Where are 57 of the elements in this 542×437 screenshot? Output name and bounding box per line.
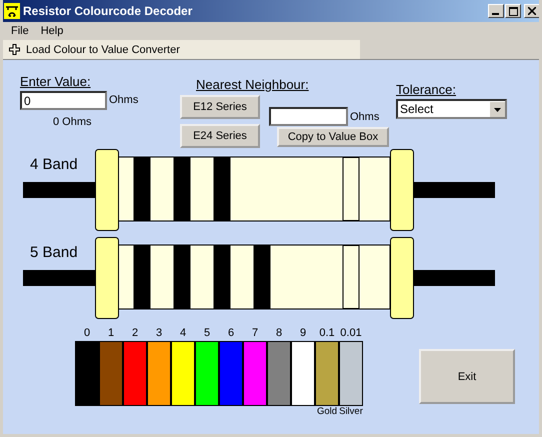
- digit-label: 3: [156, 327, 162, 341]
- colour-band[interactable]: [342, 245, 360, 309]
- close-button[interactable]: [524, 4, 539, 18]
- nearest-neighbour-label: Nearest Neighbour:: [196, 77, 310, 92]
- band-count-label: 5 Band: [30, 244, 78, 261]
- colour-swatch[interactable]: [291, 341, 315, 406]
- minimize-button[interactable]: [488, 4, 504, 18]
- window-title: Resistor Colourcode Decoder: [23, 4, 192, 18]
- tolerance-dropdown[interactable]: Select: [396, 99, 507, 119]
- digit-label: 2: [132, 327, 138, 341]
- copy-button[interactable]: Copy to Value Box: [277, 127, 389, 147]
- colour-swatch[interactable]: [171, 341, 195, 406]
- digit-label: 0.1: [319, 327, 335, 341]
- digit-label: 6: [228, 327, 234, 341]
- converter-label: Load Colour to Value Converter: [26, 44, 180, 56]
- digit-label: 7: [252, 327, 258, 341]
- maximize-icon: [508, 6, 518, 16]
- colour-swatch[interactable]: [123, 341, 147, 406]
- unit-label: Ohms: [350, 110, 380, 122]
- colour-swatch[interactable]: [99, 341, 123, 406]
- digit-label: 1: [108, 327, 114, 341]
- colour-swatch[interactable]: [243, 341, 267, 406]
- colour-name: Silver: [339, 406, 363, 417]
- digit-label: 4: [180, 327, 186, 341]
- lead-wire: [23, 182, 95, 198]
- digit-label: 8: [276, 327, 282, 341]
- menu-item[interactable]: Help: [34, 25, 70, 37]
- colour-swatch[interactable]: [339, 341, 363, 406]
- digit-label: 0: [84, 327, 90, 341]
- colour-swatch[interactable]: [195, 341, 219, 406]
- neighbour-field[interactable]: [269, 107, 348, 126]
- digit-label: 9: [300, 327, 306, 341]
- maximize-button[interactable]: [505, 4, 521, 18]
- colour-swatch[interactable]: [315, 341, 339, 406]
- tolerance-label: Tolerance:: [396, 82, 457, 97]
- digit-label: 0.01: [340, 327, 362, 341]
- menu-item[interactable]: File: [5, 25, 35, 37]
- series-button[interactable]: E12 Series: [180, 95, 260, 119]
- colour-swatch[interactable]: [267, 341, 291, 406]
- exit-button[interactable]: Exit: [419, 349, 515, 404]
- value-field[interactable]: 0: [20, 91, 107, 110]
- plus-icon: [9, 44, 20, 55]
- colour-swatch[interactable]: [147, 341, 171, 406]
- converter-strip[interactable]: Load Colour to Value Converter: [3, 40, 360, 59]
- colour-swatch[interactable]: [75, 341, 99, 406]
- resistor-app-icon: [4, 3, 20, 19]
- lead-wire: [23, 270, 95, 286]
- band-count-label: 4 Band: [30, 156, 78, 173]
- value-reading: 0 Ohms: [53, 116, 93, 128]
- colour-swatch[interactable]: [219, 341, 243, 406]
- colour-name: Gold: [316, 406, 338, 417]
- unit-label: Ohms: [109, 94, 138, 106]
- digit-label: 5: [204, 327, 210, 341]
- colour-band[interactable]: [342, 157, 360, 221]
- close-icon: [528, 7, 536, 15]
- series-button[interactable]: E24 Series: [180, 124, 260, 148]
- enter-value-label: Enter Value:: [20, 74, 92, 89]
